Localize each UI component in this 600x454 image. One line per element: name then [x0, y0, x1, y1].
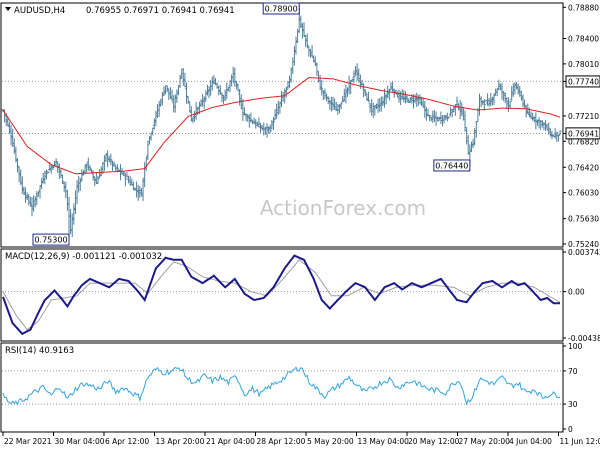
price-y-tick-label: 0.78400	[568, 35, 599, 44]
symbol-label: AUDUSD,H4	[14, 6, 65, 16]
macd-y-tick: 0.003742	[563, 248, 600, 257]
price-y-tick: 0.77210	[563, 112, 599, 121]
x-tick-label: 27 May 20:00	[459, 437, 511, 446]
x-tick-label: 28 Apr 12:00	[257, 437, 306, 446]
rsi-y-tick-label: 30	[568, 400, 578, 409]
price-y-tick: 0.77740	[563, 76, 600, 87]
price-annotation: 0.78900	[263, 3, 299, 14]
price-y-tick-label: 0.78880	[568, 3, 599, 12]
x-tick-label: 11 Jun 12:00	[560, 437, 600, 446]
watermark: ActionForex.com	[260, 196, 426, 220]
price-y-tick-label: 0.77740	[568, 77, 599, 86]
price-y-tick: 0.78400	[563, 35, 599, 44]
price-y-tick-label: 0.76420	[568, 163, 599, 172]
rsi-y-tick-label: 0	[568, 425, 573, 434]
x-tick-label: 13 Apr 20:00	[156, 437, 205, 446]
annotation-label: 0.78900	[265, 5, 298, 14]
x-tick-label: 4 Jun 04:00	[509, 437, 552, 446]
price-annotation: 0.76440	[434, 160, 470, 171]
price-y-tick: 0.76820	[563, 137, 599, 146]
price-y-tick: 0.75630	[563, 215, 599, 224]
macd-y-tick-label: 0.003742	[568, 248, 600, 257]
x-tick-label: 21 Apr 04:00	[206, 437, 255, 446]
price-y-tick: 0.76420	[563, 163, 599, 172]
macd-label: MACD(12,26,9) -0.001121 -0.001032	[5, 252, 162, 262]
rsi-y-tick-label: 100	[568, 342, 583, 351]
price-y-tick: 0.78880	[563, 3, 599, 12]
rsi-y-tick-label: 70	[568, 367, 578, 376]
rsi-label: RSI(14) 40.9163	[5, 346, 74, 356]
price-y-tick-label: 0.78010	[568, 60, 599, 69]
x-tick-label: 5 May 20:00	[307, 437, 354, 446]
price-header: AUDUSD,H4 0.76955 0.76971 0.76941 0.7694…	[5, 6, 235, 16]
price-y-tick: 0.76030	[563, 189, 599, 198]
forex-chart: ActionForex.com AUDUSD,H4 0.76955 0.7697…	[0, 0, 600, 450]
price-y-tick: 0.78010	[563, 60, 599, 69]
price-y-tick-label: 0.77210	[568, 112, 599, 121]
x-tick-label: 30 Mar 04:00	[55, 437, 105, 446]
x-tick-label: 22 Mar 2021	[4, 437, 52, 446]
ohlc-label: 0.76955 0.76971 0.76941 0.76941	[86, 6, 235, 16]
price-y-tick-label: 0.76030	[568, 189, 599, 198]
x-tick-label: 20 May 12:00	[408, 437, 460, 446]
annotation-label: 0.75300	[34, 236, 67, 245]
price-y-tick-label: 0.76820	[568, 137, 599, 146]
annotation-label: 0.76440	[435, 161, 468, 170]
x-tick-label: 6 Apr 12:00	[105, 437, 149, 446]
price-y-tick-label: 0.75630	[568, 215, 599, 224]
chart-canvas: ActionForex.com AUDUSD,H4 0.76955 0.7697…	[0, 0, 600, 450]
macd-y-tick-label: 0.00	[568, 288, 585, 297]
x-tick-label: 13 May 04:00	[358, 437, 410, 446]
price-annotation: 0.75300	[33, 234, 69, 245]
